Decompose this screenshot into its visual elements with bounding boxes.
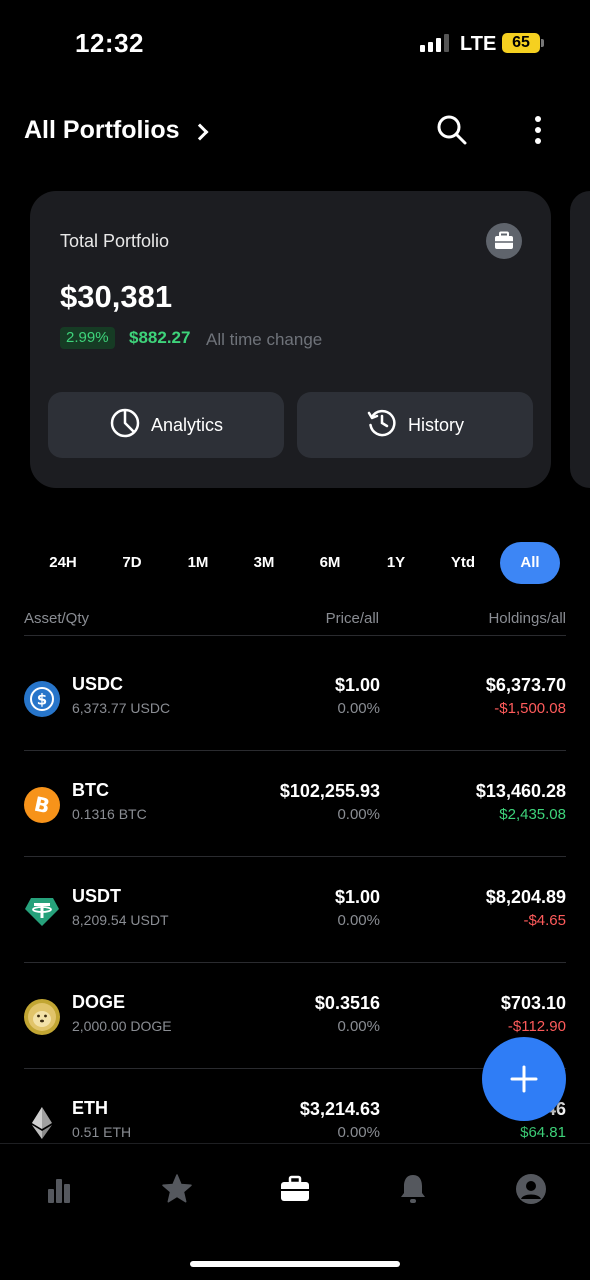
add-transaction-button[interactable]	[482, 1037, 566, 1121]
asset-quantity: 0.51 ETH	[72, 1124, 132, 1140]
holdings-change: $64.81	[520, 1124, 566, 1141]
asset-price: $102,255.93	[279, 781, 380, 801]
table-row[interactable]: $ USDC 6,373.77 USDC $1.00 0.00% $6,373.…	[24, 645, 566, 751]
dogecoin-icon	[24, 999, 60, 1035]
card-label: Total Portfolio	[60, 231, 170, 251]
holdings-change: -$1,500.08	[494, 700, 566, 717]
home-indicator	[190, 1261, 400, 1267]
asset-symbol: USDT	[72, 886, 121, 906]
holdings-change: -$4.65	[523, 912, 566, 929]
asset-symbol: BTC	[72, 780, 109, 800]
briefcase-icon	[486, 223, 522, 259]
profile-icon[interactable]	[511, 1169, 551, 1209]
asset-symbol: ETH	[72, 1098, 108, 1118]
status-time: 12:32	[75, 28, 144, 58]
asset-quantity: 0.1316 BTC	[72, 806, 147, 822]
plus-icon	[510, 1065, 538, 1093]
page-title: All Portfolios	[24, 116, 180, 144]
price-change: 0.00%	[337, 912, 380, 929]
portfolio-selector[interactable]: All Portfolios	[24, 116, 209, 145]
more-vertical-icon[interactable]	[520, 112, 556, 148]
header-price[interactable]: Price/all	[326, 610, 379, 627]
chevron-right-icon	[191, 123, 209, 140]
asset-price: $0.3516	[314, 993, 380, 1013]
price-change: 0.00%	[337, 806, 380, 823]
analytics-label: Analytics	[150, 414, 224, 435]
analytics-button[interactable]: Analytics	[48, 392, 284, 458]
svg-text:$: $	[37, 691, 47, 709]
tab-ytd[interactable]: Ytd	[433, 542, 493, 584]
tab-3m[interactable]: 3M	[234, 542, 294, 584]
pie-chart-icon	[109, 407, 141, 444]
battery-icon: 65	[502, 33, 540, 53]
holdings-value: $8,204.89	[485, 887, 566, 907]
asset-price: $1.00	[334, 887, 380, 907]
total-portfolio-card[interactable]: Total Portfolio $30,381 2.99% $882.27 Al…	[30, 191, 551, 488]
asset-quantity: 2,000.00 DOGE	[72, 1018, 172, 1034]
battery-tip	[541, 39, 544, 47]
asset-quantity: 8,209.54 USDT	[72, 912, 169, 928]
tether-icon	[24, 893, 60, 929]
bottom-nav	[0, 1143, 590, 1280]
status-bar: 12:32 LTE 65	[0, 0, 590, 90]
change-label: All time change	[206, 330, 323, 349]
table-row[interactable]: B BTC 0.1316 BTC $102,255.93 0.00% $13,4…	[24, 751, 566, 857]
tab-6m[interactable]: 6M	[300, 542, 360, 584]
tab-1m[interactable]: 1M	[168, 542, 228, 584]
alerts-bell-icon[interactable]	[393, 1169, 433, 1209]
price-change: 0.00%	[337, 1018, 380, 1035]
price-change: 0.00%	[337, 700, 380, 717]
svg-text:B: B	[32, 792, 52, 819]
history-button[interactable]: History	[297, 392, 533, 458]
holdings-change: -$112.90	[507, 1018, 566, 1035]
holdings-value: $13,460.28	[475, 781, 566, 801]
history-icon	[366, 407, 398, 444]
markets-icon[interactable]	[39, 1169, 79, 1209]
change-value: $882.27	[129, 328, 191, 347]
time-range-tabs: 24H 7D 1M 3M 6M 1Y Ytd All	[30, 542, 560, 584]
asset-price: $3,214.63	[299, 1099, 380, 1119]
table-header: Asset/Qty Price/all Holdings/all	[24, 608, 566, 636]
search-icon[interactable]	[434, 112, 470, 148]
watchlist-star-icon[interactable]	[157, 1169, 197, 1209]
holdings-value: $703.10	[500, 993, 566, 1013]
header-holdings[interactable]: Holdings/all	[488, 610, 566, 627]
history-label: History	[407, 414, 464, 435]
tab-24h[interactable]: 24H	[33, 542, 93, 584]
asset-quantity: 6,373.77 USDC	[72, 700, 171, 716]
asset-symbol: DOGE	[72, 992, 126, 1012]
header-asset[interactable]: Asset/Qty	[24, 610, 89, 627]
asset-symbol: USDC	[72, 674, 124, 694]
table-row[interactable]: USDT 8,209.54 USDT $1.00 0.00% $8,204.89…	[24, 857, 566, 963]
signal-icon	[420, 34, 449, 52]
portfolio-total-value: $30,381	[60, 279, 173, 314]
holdings-change: $2,435.08	[499, 806, 566, 823]
bitcoin-icon: B	[24, 787, 60, 823]
tab-all[interactable]: All	[500, 542, 560, 584]
asset-price: $1.00	[334, 675, 380, 695]
network-type: LTE	[460, 33, 497, 55]
holdings-value: $6,373.70	[485, 675, 566, 695]
change-percent-badge: 2.99%	[60, 327, 115, 349]
next-portfolio-card[interactable]	[570, 191, 590, 488]
tab-1y[interactable]: 1Y	[366, 542, 426, 584]
ethereum-icon	[24, 1105, 60, 1141]
price-change: 0.00%	[337, 1124, 380, 1141]
portfolio-briefcase-icon[interactable]	[275, 1169, 315, 1209]
usdc-icon: $	[24, 681, 60, 717]
table-row[interactable]: DOGE 2,000.00 DOGE $0.3516 0.00% $703.10…	[24, 963, 566, 1069]
tab-7d[interactable]: 7D	[102, 542, 162, 584]
